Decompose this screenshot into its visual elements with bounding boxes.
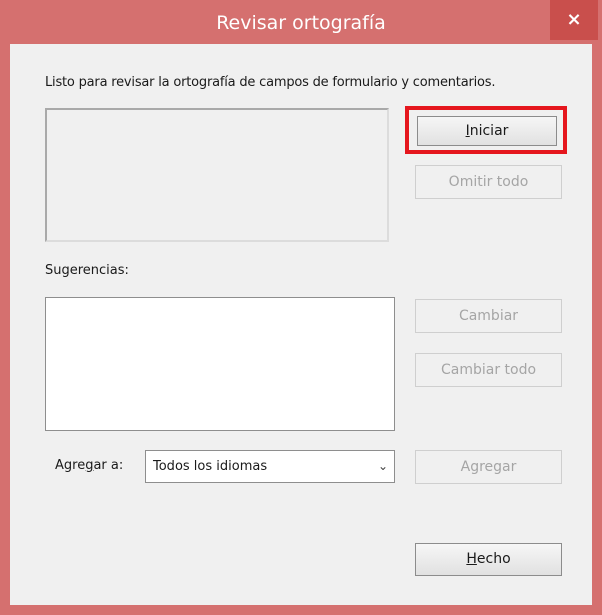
spell-check-dialog: Revisar ortografía × Listo para revisar … [0, 0, 602, 615]
suggestions-list[interactable] [45, 297, 395, 431]
status-message: Listo para revisar la ortografía de camp… [45, 75, 496, 90]
add-to-label-part1: Agre [55, 458, 86, 473]
add-to-label: Agregar a: [55, 458, 123, 473]
start-button[interactable]: Iniciar [417, 116, 557, 146]
window-title: Revisar ortografía [216, 12, 386, 34]
ignore-all-button[interactable]: Omitir todo [415, 165, 562, 199]
add-to-label-part2: ar a: [93, 458, 124, 473]
close-icon: × [566, 9, 582, 30]
add-button[interactable]: Agregar [415, 450, 562, 484]
language-select-value: Todos los idiomas [153, 459, 268, 474]
dialog-body: Listo para revisar la ortografía de camp… [10, 44, 592, 605]
done-button-label: echo [476, 551, 511, 567]
title-bar[interactable]: Revisar ortografía × [0, 0, 602, 44]
misspelled-text-box [45, 108, 389, 242]
chevron-down-icon[interactable]: ⌄ [378, 451, 388, 482]
done-button-mnemonic: H [466, 551, 477, 567]
change-all-button[interactable]: Cambiar todo [415, 353, 562, 387]
close-button[interactable]: × [550, 0, 598, 40]
language-select[interactable]: Todos los idiomas ⌄ [145, 450, 395, 483]
change-button[interactable]: Cambiar [415, 299, 562, 333]
start-button-label: niciar [469, 123, 509, 139]
done-button[interactable]: Hecho [415, 543, 562, 576]
suggestions-label: Sugerencias: [45, 263, 129, 278]
